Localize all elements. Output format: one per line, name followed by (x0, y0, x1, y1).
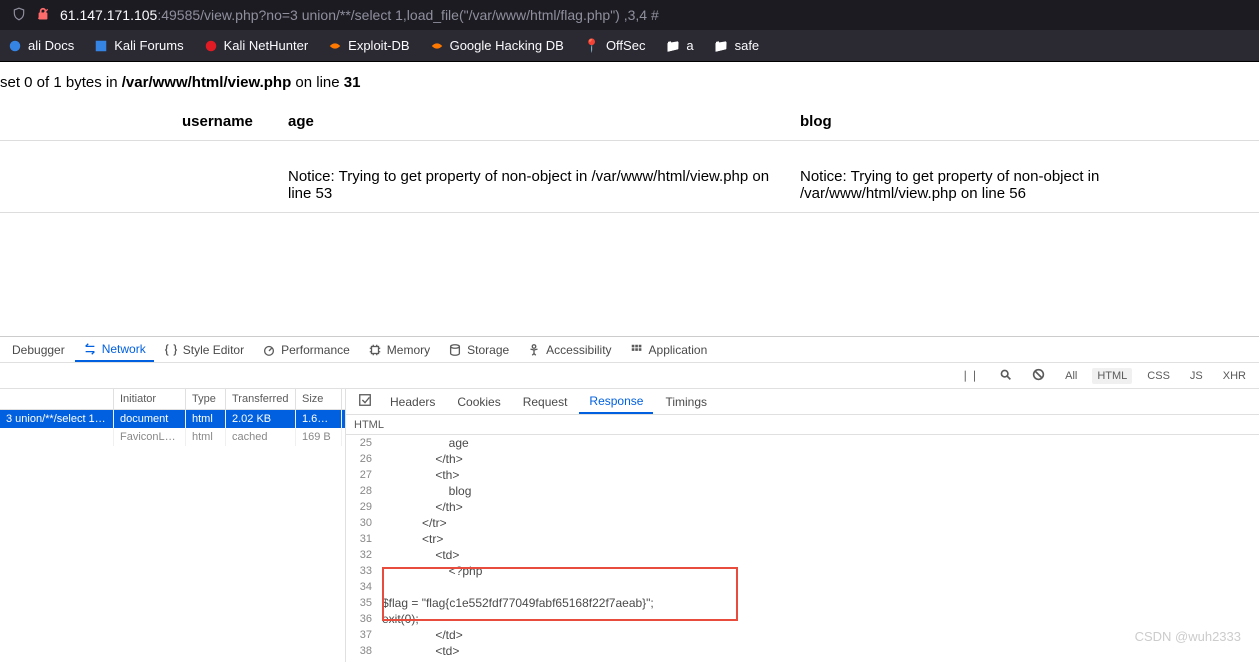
person-icon (527, 343, 541, 357)
response-subbar: HTML (346, 415, 1259, 435)
folder-icon (665, 38, 680, 53)
filter-js[interactable]: JS (1185, 368, 1208, 384)
network-table: Initiator Type Transferred Size 3 union/… (0, 389, 346, 662)
network-table-header: Initiator Type Transferred Size (0, 389, 345, 410)
code-line: 38 <td> (346, 643, 1259, 659)
grid-icon (630, 343, 644, 357)
tab-storage[interactable]: Storage (440, 339, 517, 361)
cell-username (0, 141, 276, 213)
code-line: 25 age (346, 435, 1259, 451)
code-line: 34 (346, 579, 1259, 595)
bookmark-kali-forums[interactable]: Kali Forums (94, 38, 183, 53)
devtools-tabs: Debugger Network Style Editor Performanc… (0, 337, 1259, 363)
code-line: 37 </td> (346, 627, 1259, 643)
nt-header-type[interactable]: Type (186, 389, 226, 409)
rp-tab-cookies[interactable]: Cookies (447, 391, 510, 413)
nt-header-size[interactable]: Size (296, 389, 342, 409)
code-line: 27 <th> (346, 467, 1259, 483)
tab-memory[interactable]: Memory (360, 339, 438, 361)
tab-application[interactable]: Application (622, 339, 716, 361)
code-line: 31 <tr> (346, 531, 1259, 547)
code-line: 30 </tr> (346, 515, 1259, 531)
code-line: 32 <td> (346, 547, 1259, 563)
url-path: :49585/view.php?no=3 union/**/select 1,l… (157, 7, 658, 23)
code-line: 26 </th> (346, 451, 1259, 467)
nt-header-initiator[interactable]: Initiator (114, 389, 186, 409)
pin-icon: 📍 (584, 38, 600, 54)
code-line: 36exit(0); (346, 611, 1259, 627)
network-row[interactable]: FaviconLoa… html cached 169 B (0, 428, 345, 446)
code-line: 28 blog (346, 483, 1259, 499)
filter-html[interactable]: HTML (1092, 368, 1132, 384)
response-panel: Headers Cookies Request Response Timings… (346, 389, 1259, 662)
cell-blog: Notice: Trying to get property of non-ob… (788, 141, 1259, 213)
bookmarks-bar: ali Docs Kali Forums Kali NetHunter Expl… (0, 30, 1259, 62)
filter-xhr[interactable]: XHR (1218, 368, 1251, 384)
top-notice: set 0 of 1 bytes in /var/www/html/view.p… (0, 70, 1259, 95)
pause-button[interactable]: ❘❘ (956, 367, 984, 384)
bookmark-folder-a[interactable]: a (665, 38, 693, 53)
bookmark-exploit-db[interactable]: Exploit-DB (328, 38, 409, 53)
database-icon (448, 343, 462, 357)
filter-all[interactable]: All (1060, 368, 1082, 384)
block-button[interactable] (1027, 366, 1050, 386)
raw-toggle-button[interactable] (352, 389, 378, 414)
col-username: username (0, 103, 276, 141)
bookmark-kali-nethunter[interactable]: Kali NetHunter (204, 38, 309, 53)
code-line: 33 <?php (346, 563, 1259, 579)
bookmark-offsec[interactable]: 📍OffSec (584, 38, 646, 54)
nt-header-name[interactable] (0, 389, 114, 409)
devtools-body: Initiator Type Transferred Size 3 union/… (0, 389, 1259, 662)
rp-tab-headers[interactable]: Headers (380, 391, 445, 413)
code-line: 35$flag = "flag{c1e552fdf77049fabf65168f… (346, 595, 1259, 611)
chip-icon (368, 343, 382, 357)
data-table: username age blog Notice: Trying to get … (0, 103, 1259, 213)
table-header-row: username age blog (0, 103, 1259, 141)
bookmark-google-hacking-db[interactable]: Google Hacking DB (430, 38, 564, 53)
folder-icon (714, 38, 729, 53)
url-host: 61.147.171.105 (60, 7, 157, 23)
tab-performance[interactable]: Performance (254, 339, 358, 361)
tab-style-editor[interactable]: Style Editor (156, 339, 252, 361)
table-row: Notice: Trying to get property of non-ob… (0, 141, 1259, 213)
url-bar-area: 61.147.171.105:49585/view.php?no=3 union… (0, 0, 1259, 30)
devtools-panel: Debugger Network Style Editor Performanc… (0, 336, 1259, 662)
rp-tab-response[interactable]: Response (579, 390, 653, 414)
tab-accessibility[interactable]: Accessibility (519, 339, 619, 361)
url-bar[interactable]: 61.147.171.105:49585/view.php?no=3 union… (60, 7, 659, 23)
col-age: age (276, 103, 788, 141)
bookmark-kali-docs[interactable]: ali Docs (8, 38, 74, 53)
devtools-toolbar: ❘❘ All HTML CSS JS XHR (0, 363, 1259, 389)
nt-header-transferred[interactable]: Transferred (226, 389, 296, 409)
lock-icon (36, 7, 50, 24)
col-blog: blog (788, 103, 1259, 141)
page-content: set 0 of 1 bytes in /var/www/html/view.p… (0, 62, 1259, 221)
shield-icon (12, 7, 26, 24)
bookmark-folder-safe[interactable]: safe (714, 38, 760, 53)
tab-debugger[interactable]: Debugger (4, 339, 73, 361)
cell-age: Notice: Trying to get property of non-ob… (276, 141, 788, 213)
rp-tab-request[interactable]: Request (513, 391, 578, 413)
network-icon (83, 342, 97, 356)
response-code[interactable]: 25 age26 </th>27 <th>28 blog29 </th>30 <… (346, 435, 1259, 662)
network-row[interactable]: 3 union/**/select 1,load_ document html … (0, 410, 345, 428)
filter-css[interactable]: CSS (1142, 368, 1175, 384)
search-button[interactable] (994, 366, 1017, 386)
code-line: 29 </th> (346, 499, 1259, 515)
gauge-icon (262, 343, 276, 357)
response-tabs: Headers Cookies Request Response Timings (346, 389, 1259, 415)
braces-icon (164, 343, 178, 357)
rp-tab-timings[interactable]: Timings (655, 391, 717, 413)
tab-network[interactable]: Network (75, 338, 154, 362)
